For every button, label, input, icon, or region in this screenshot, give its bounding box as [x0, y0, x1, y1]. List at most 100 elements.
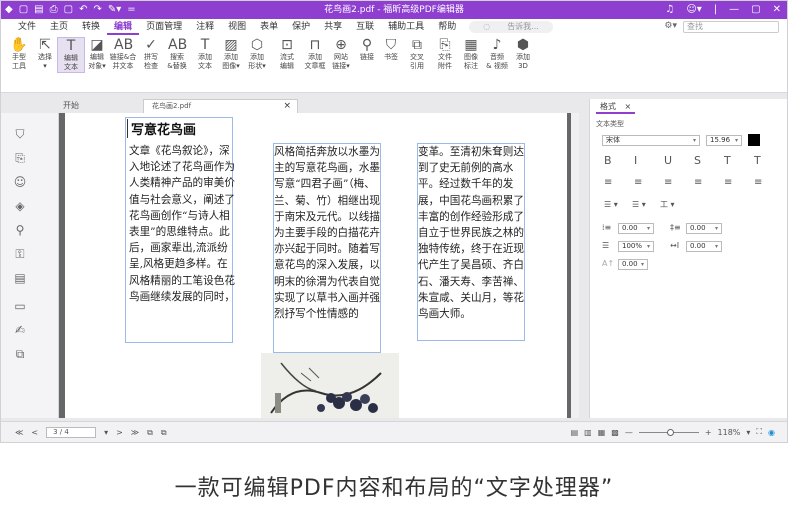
attachments-panel-icon[interactable]: ⚲	[13, 223, 27, 237]
two-page-view-icon[interactable]: ▦	[598, 428, 606, 437]
format_buttons-button[interactable]: S	[694, 155, 701, 167]
layers-panel-icon[interactable]: ◈	[13, 199, 27, 213]
bookmark-panel-icon[interactable]: ⛉	[13, 127, 27, 141]
format_buttons-button[interactable]: T	[724, 155, 731, 167]
extract-page-icon[interactable]: ⧉	[161, 428, 167, 438]
list_buttons-button[interactable]: ☰ ▾	[632, 199, 646, 211]
chevron-down-icon[interactable]: ▾	[746, 428, 750, 437]
menu-item[interactable]: 注释	[189, 21, 221, 35]
document-view[interactable]: 写意花鸟画 文章《花鸟叙论》，深入地论述了花鸟画作为人类精神产品的审美价值与社会…	[59, 113, 579, 418]
flower-bird-painting-image[interactable]	[261, 353, 399, 418]
fit-page-icon[interactable]: ⛶	[756, 427, 762, 437]
font-size-select[interactable]: 15.96 ▾	[706, 135, 742, 146]
zoom-out-button[interactable]: —	[625, 428, 633, 437]
hand-tool-button[interactable]: ✋ 手型 工具	[5, 37, 33, 71]
tab-format[interactable]: 格式 ×	[596, 101, 636, 114]
vertical-scrollbar[interactable]	[571, 113, 579, 418]
align_buttons-button[interactable]: ≡	[754, 177, 762, 189]
copy-page-icon[interactable]: ⧉	[147, 428, 153, 438]
menu-item[interactable]: 文件	[11, 21, 43, 35]
format_buttons-button[interactable]: I	[634, 155, 637, 167]
menu-item[interactable]: 共享	[317, 21, 349, 35]
menu-item[interactable]: 转换	[75, 21, 107, 35]
spell-check-button[interactable]: ✓ 拼写 检查	[137, 37, 165, 71]
bookmark-button[interactable]: ⛉ 书签	[377, 37, 405, 62]
zoom-slider[interactable]	[638, 428, 699, 436]
paragraph-spacing-input[interactable]: 0.00 ▾	[686, 223, 722, 234]
page-number-input[interactable]: 3 / 4	[46, 427, 97, 438]
menu-item[interactable]: 表单	[253, 21, 285, 35]
search-replace-button[interactable]: AB 搜索 &替换	[163, 37, 191, 71]
file-attachment-button[interactable]: ⎘ 文件 附件	[431, 37, 459, 71]
tell-me-search[interactable]: ◌ 告诉我...	[469, 21, 553, 33]
web-link-button[interactable]: ⊕ 网站 链接▾	[327, 37, 355, 71]
align_buttons-button[interactable]: ≡	[664, 177, 672, 189]
add-text-button[interactable]: T 添加 文本	[191, 37, 219, 71]
text-column-3[interactable]: 变革。至清初朱耷则达到了史无前例的高水平。经过数千年的发展，中国花鸟画积累了丰富…	[417, 143, 525, 341]
menu-item[interactable]: 互联	[349, 21, 381, 35]
window-control-icon[interactable]: ☺▾	[686, 3, 701, 17]
list_buttons-button[interactable]: ☰ ▾	[604, 199, 618, 211]
last-page-button[interactable]: ≫	[131, 428, 139, 437]
single-page-view-icon[interactable]: ▤	[571, 428, 579, 437]
window-control-icon[interactable]: ▢	[751, 3, 760, 17]
menu-item[interactable]: 页面管理	[139, 21, 189, 35]
format_buttons-button[interactable]: T	[754, 155, 761, 167]
signature-panel-icon[interactable]: ✍	[13, 323, 27, 337]
flow-edit-button[interactable]: ⊡ 流式 编辑	[273, 37, 301, 71]
menu-item[interactable]: 保护	[285, 21, 317, 35]
link-panel-icon[interactable]: ⧉	[13, 347, 27, 361]
zoom-slider-knob[interactable]	[666, 428, 674, 436]
menu-item[interactable]: 辅助工具	[381, 21, 431, 35]
form-panel-icon[interactable]: ▭	[13, 299, 27, 313]
add-shape-button[interactable]: ⬡ 添加 形状▾	[243, 37, 271, 71]
article-heading[interactable]: 写意花鸟画	[127, 119, 196, 138]
select-tool-button[interactable]: ⇱ 选择 ▾	[31, 37, 59, 71]
align_buttons-button[interactable]: ≡	[724, 177, 732, 189]
previous-page-button[interactable]: <	[31, 428, 38, 437]
format_buttons-button[interactable]: B	[604, 155, 612, 167]
menu-item[interactable]: 视图	[221, 21, 253, 35]
char-spacing-input[interactable]: 0.00 ▾	[686, 241, 722, 252]
list_buttons-button[interactable]: 工 ▾	[660, 199, 675, 211]
align_buttons-button[interactable]: ≡	[604, 177, 612, 189]
align_buttons-button[interactable]: ≡	[634, 177, 642, 189]
find-input[interactable]: 查找	[683, 21, 779, 33]
edit-object-button[interactable]: ◪ 编辑 对象▾	[83, 37, 111, 71]
two-page-continuous-icon[interactable]: ▩	[611, 428, 619, 437]
indent-input[interactable]: 0.00 ▾	[618, 259, 648, 270]
tab-home[interactable]: 开始	[63, 100, 79, 111]
tab-document[interactable]: 花鸟画2.pdf ×	[143, 99, 298, 113]
format_buttons-button[interactable]: U	[664, 155, 672, 167]
content-panel-icon[interactable]: ▤	[13, 271, 27, 285]
close-tab-icon[interactable]: ×	[283, 100, 291, 112]
add-article-button[interactable]: ⊓ 添加 文章框	[301, 37, 329, 71]
font-family-select[interactable]: 宋体 ▾	[602, 135, 700, 146]
edit-text-button[interactable]: T 编辑 文本	[57, 37, 85, 73]
comments-panel-icon[interactable]: ☺	[13, 175, 27, 189]
menu-item[interactable]: 编辑	[107, 21, 140, 35]
add-3d-button[interactable]: ⬢ 添加 3D	[509, 37, 537, 71]
scale-input[interactable]: 100% ▾	[618, 241, 654, 252]
cross-reference-button[interactable]: ⧉ 交叉 引用	[403, 37, 431, 71]
zoom-level[interactable]: 118%	[718, 428, 741, 437]
pdf-page[interactable]: 写意花鸟画 文章《花鸟叙论》，深入地论述了花鸟画作为人类精神产品的审美价值与社会…	[65, 113, 567, 418]
font-color-swatch[interactable]	[748, 134, 760, 146]
security-panel-icon[interactable]: ⚿	[13, 247, 27, 261]
chevron-down-icon[interactable]: ▾	[104, 428, 108, 437]
add-image-button[interactable]: ▨ 添加 图像▾	[217, 37, 245, 71]
zoom-in-button[interactable]: +	[705, 428, 712, 437]
window-control-icon[interactable]: ♫	[665, 3, 674, 17]
align_buttons-button[interactable]: ≡	[694, 177, 702, 189]
pages-panel-icon[interactable]: ⎘	[13, 151, 27, 165]
text-column-2[interactable]: 风格简括奔放以水墨为主的写意花鸟画，水墨写意“四君子画”（梅、兰、菊、竹）相继出…	[273, 143, 381, 353]
window-control-icon[interactable]: |	[714, 3, 717, 17]
line-spacing-input[interactable]: 0.00 ▾	[618, 223, 654, 234]
image-annotation-button[interactable]: ▦ 图像 标注	[457, 37, 485, 71]
feedback-icon[interactable]: ◉	[768, 428, 775, 437]
continuous-view-icon[interactable]: ▥	[584, 428, 592, 437]
settings-icon[interactable]: ⚙▾	[664, 21, 677, 33]
window-control-icon[interactable]: —	[729, 3, 739, 17]
first-page-button[interactable]: ≪	[15, 428, 23, 437]
audio-video-button[interactable]: ♪ 音频 & 视频	[483, 37, 511, 71]
